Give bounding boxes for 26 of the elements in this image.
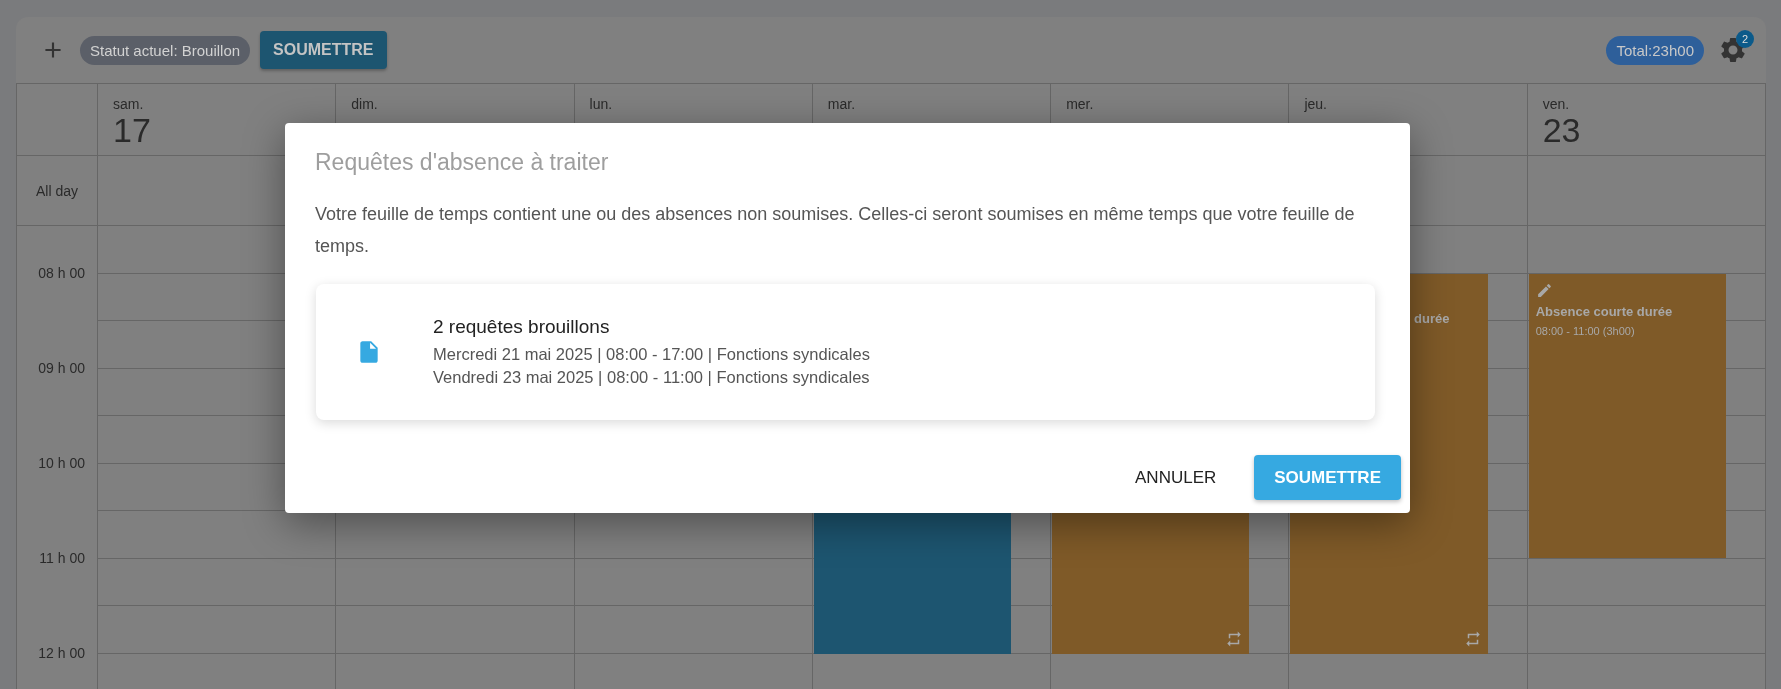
total-chip: Total:23h00 — [1606, 35, 1704, 65]
notification-badge: 2 — [1736, 30, 1754, 48]
card-title: 2 requêtes brouillons — [433, 315, 611, 338]
hour-label: 11 h 00 — [39, 550, 85, 566]
hour-label: 12 h 00 — [38, 645, 85, 661]
day-name: mar. — [827, 96, 857, 112]
day-number: 23 — [1542, 112, 1582, 148]
request-line: Vendredi 23 mai 2025 | 08:00 - 11:00 | Fonctions syndicales — [433, 366, 870, 388]
dialog-title: Requêtes d'absence à traiter — [315, 149, 610, 176]
day-name: ven. — [1542, 96, 1571, 112]
request-line: Mercredi 21 mai 2025 | 08:00 - 17:00 | Fonctions syndicales — [433, 343, 870, 365]
day-name: jeu. — [1304, 96, 1328, 112]
day-name: lun. — [589, 96, 614, 112]
event-time: 08:00 - 11:00 (3h00) — [1535, 324, 1636, 337]
hour-label: 08 h 00 — [38, 265, 85, 281]
hour-label: 10 h 00 — [38, 455, 85, 471]
day-name: sam. — [113, 96, 145, 112]
day-number: 17 — [113, 112, 152, 148]
day-name: dim. — [351, 96, 379, 112]
hour-label: 09 h 00 — [38, 360, 85, 376]
event-title: Absence courte durée — [1535, 303, 1673, 319]
day-name: mer. — [1066, 96, 1095, 112]
status-chip: Statut actuel: Brouillon — [80, 35, 251, 65]
all-day-label: All day — [36, 182, 78, 199]
dialog-message: Votre feuille de temps contient une ou des absences non soumises. Celles-ci seront soumises en même temps que votre feuille de temps. — [315, 203, 1355, 258]
event-title: durée — [1414, 310, 1450, 326]
